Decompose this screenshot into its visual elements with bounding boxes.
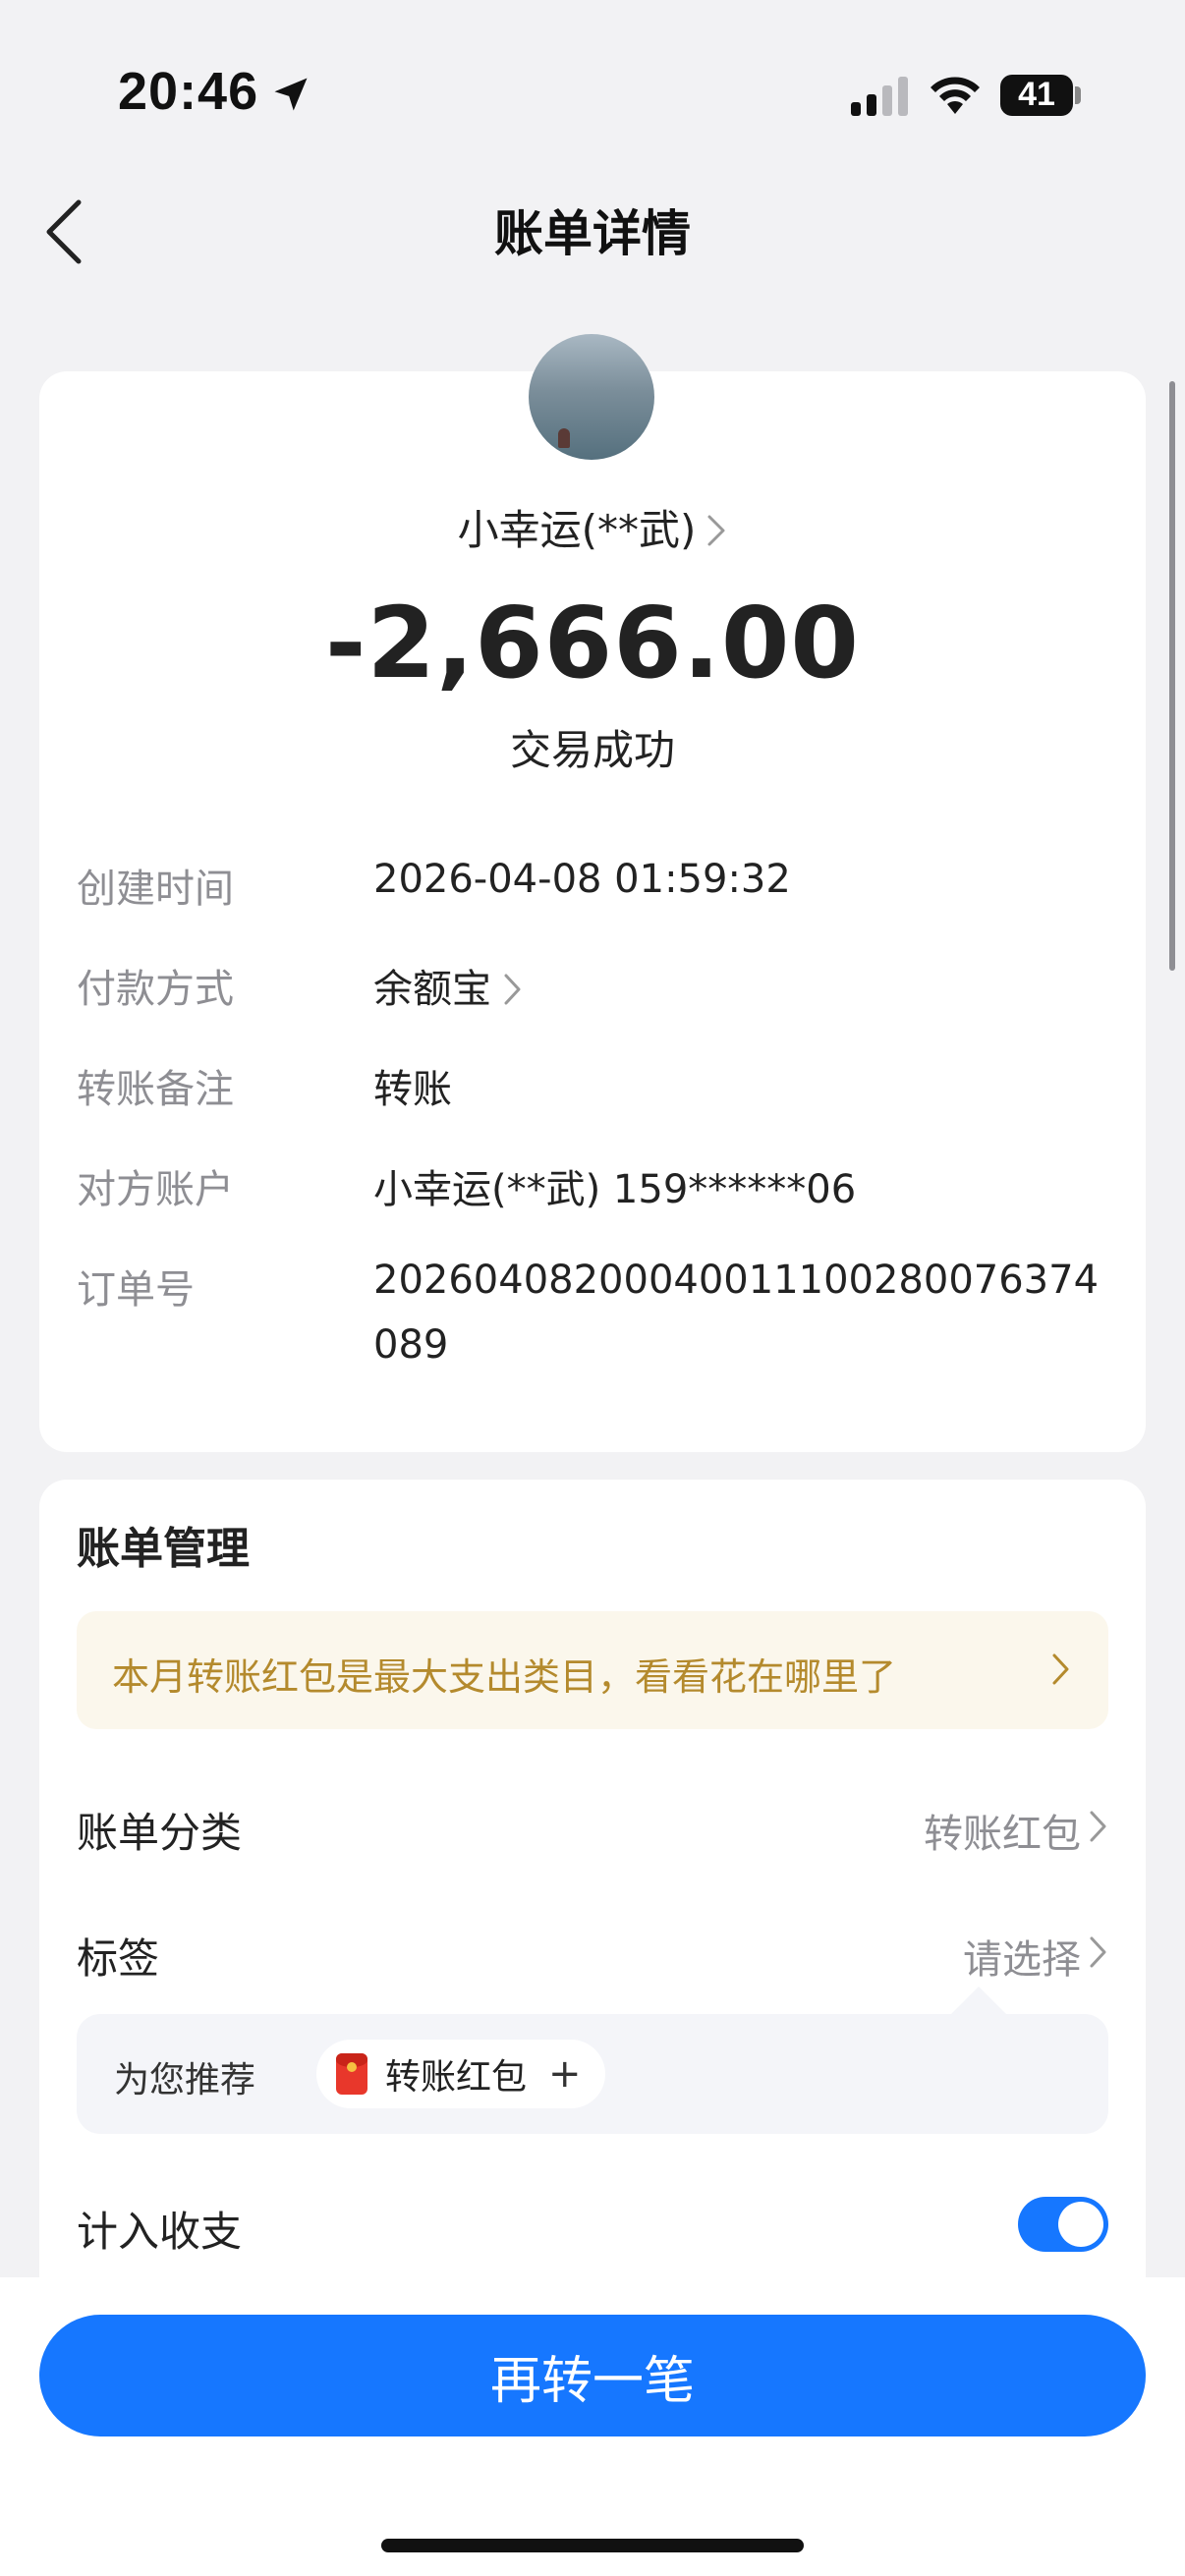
- chevron-right-icon[interactable]: [1089, 1935, 1108, 1969]
- cellular-signal-icon: [851, 77, 908, 116]
- spending-tip-banner[interactable]: 本月转账红包是最大支出类目，看看花在哪里了: [77, 1611, 1108, 1729]
- detail-label-order: 订单号: [77, 1267, 195, 1313]
- home-indicator[interactable]: [381, 2539, 804, 2552]
- recommended-tag-text: 转账红包: [385, 2057, 528, 2098]
- tag-label: 标签: [77, 1934, 160, 1983]
- status-bar: 20:46 41: [0, 0, 1185, 187]
- transaction-amount: -2,666.00: [325, 586, 860, 700]
- battery-percentage: 41: [1018, 76, 1055, 113]
- tag-select-value[interactable]: 请选择: [963, 1928, 1081, 1985]
- wifi-icon: [931, 77, 980, 114]
- detail-value-account: 小幸运(**武) 159******06: [373, 1167, 857, 1212]
- include-in-stats-label: 计入收支: [77, 2208, 243, 2256]
- battery-nub: [1075, 86, 1081, 104]
- recommend-label: 为您推荐: [114, 2060, 256, 2100]
- recommend-notch: [949, 1987, 1008, 2016]
- payment-method-link[interactable]: 余额宝: [373, 957, 523, 1014]
- avatar-figure: [558, 428, 570, 448]
- detail-value-created: 2026-04-08 01:59:32: [373, 857, 791, 902]
- detail-value-remark: 转账: [373, 1067, 452, 1112]
- tip-text: 本月转账红包是最大支出类目，看看花在哪里了: [112, 1655, 897, 1699]
- include-in-stats-toggle[interactable]: [1018, 2197, 1108, 2252]
- page-title: 账单详情: [494, 206, 691, 261]
- category-value[interactable]: 转账红包: [924, 1802, 1081, 1859]
- category-label: 账单分类: [77, 1809, 243, 1857]
- status-time: 20:46: [118, 62, 259, 121]
- toggle-knob: [1058, 2202, 1103, 2247]
- recommended-tag-chip[interactable]: 转账红包 +: [316, 2040, 605, 2108]
- counterparty-name: 小幸运(**武): [457, 506, 697, 554]
- recommend-box: 为您推荐 转账红包 +: [77, 2014, 1108, 2134]
- red-packet-icon: [336, 2053, 367, 2095]
- chevron-right-icon: [1052, 1653, 1069, 1685]
- chevron-right-icon[interactable]: [1089, 1810, 1108, 1843]
- scroll-indicator[interactable]: [1169, 381, 1175, 971]
- detail-label-account: 对方账户: [77, 1167, 234, 1212]
- detail-label-created: 创建时间: [77, 867, 234, 912]
- detail-value-payment: 余额宝: [373, 967, 491, 1012]
- detail-label-payment: 付款方式: [77, 967, 234, 1012]
- transfer-again-button[interactable]: 再转一笔: [39, 2315, 1146, 2436]
- detail-value-order: 20260408200040011100280076374089: [373, 1258, 1100, 1368]
- section-title: 账单管理: [77, 1525, 250, 1573]
- battery-icon: 41: [1000, 75, 1073, 116]
- detail-label-remark: 转账备注: [77, 1067, 234, 1112]
- bill-detail-screen: 20:46 41 账单详情 小幸运(**武) -2,666.00 交易成功 创建…: [0, 0, 1185, 2576]
- chevron-right-icon: [707, 515, 725, 546]
- transaction-status: 交易成功: [509, 726, 675, 774]
- location-arrow-icon: [274, 78, 308, 111]
- chevron-right-icon: [504, 974, 521, 1005]
- counterparty-link[interactable]: 小幸运(**武): [0, 497, 1185, 557]
- avatar[interactable]: [529, 334, 654, 460]
- plus-icon: +: [548, 2051, 582, 2097]
